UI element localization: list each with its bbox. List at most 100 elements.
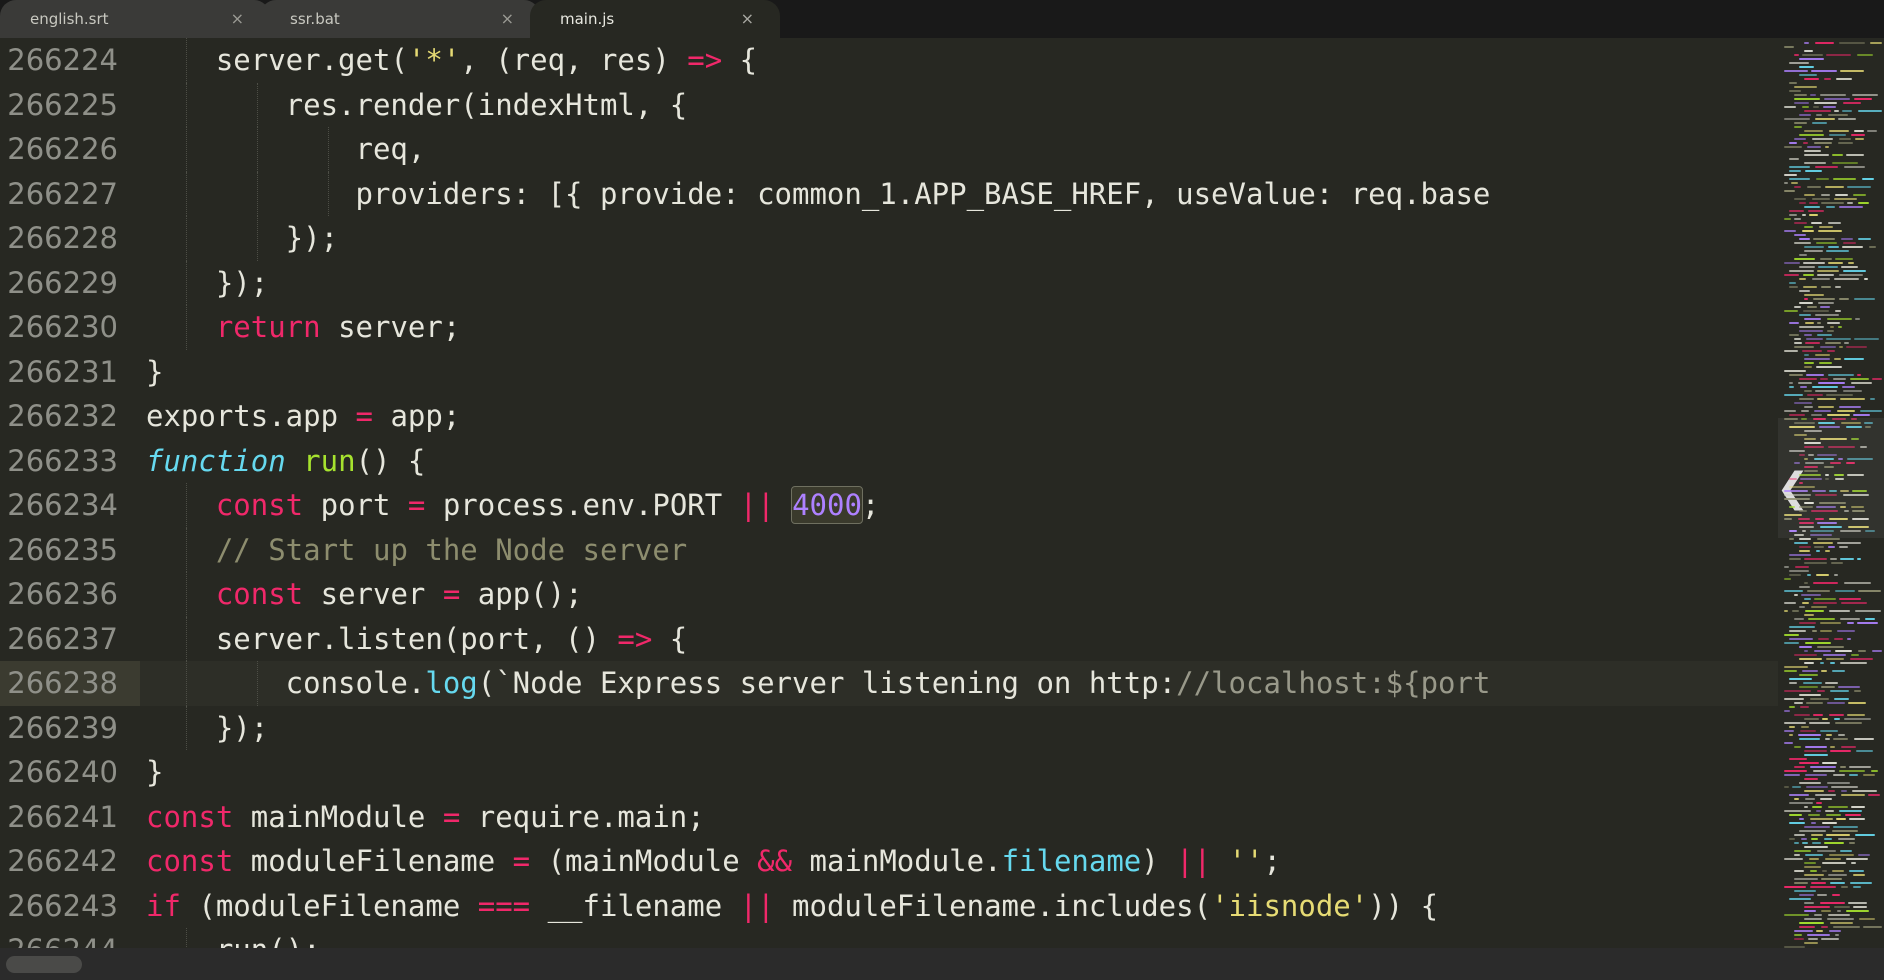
line-number: 266226 [7, 132, 118, 166]
minimap-line [1850, 658, 1873, 660]
minimap-line [1784, 230, 1796, 232]
minimap-line [1801, 838, 1807, 840]
minimap-line [1789, 414, 1805, 416]
minimap-line [1826, 814, 1841, 816]
minimap-line [1789, 178, 1810, 180]
minimap[interactable]: ❮ [1778, 38, 1884, 948]
minimap-line [1805, 854, 1823, 856]
indent-guide [186, 260, 188, 305]
minimap-line [1801, 594, 1821, 596]
code-token: ; [861, 488, 880, 522]
code-line[interactable]: 266235 // Start up the Node server [0, 527, 1778, 572]
code-line[interactable]: 266238 console.log(`Node Express server … [0, 661, 1778, 706]
minimap-line [1815, 354, 1830, 356]
code-line[interactable]: 266228 }); [0, 216, 1778, 261]
code-line[interactable]: 266230 return server; [0, 305, 1778, 350]
code-line[interactable]: 266226 req, [0, 127, 1778, 172]
minimap-line [1826, 394, 1853, 396]
tab-ssr-bat[interactable]: ssr.bat × [260, 0, 540, 38]
minimap-line [1811, 834, 1823, 836]
minimap-line [1804, 406, 1813, 408]
minimap-line [1856, 750, 1873, 752]
code-line[interactable]: 266237 server.listen(port, () => { [0, 616, 1778, 661]
minimap-line [1815, 794, 1836, 796]
indent-guide [186, 527, 188, 572]
code-line[interactable]: 266229 }); [0, 260, 1778, 305]
code-line[interactable]: 266234 const port = process.env.PORT || … [0, 483, 1778, 528]
code-token: function [146, 443, 286, 478]
minimap-line [1826, 338, 1851, 340]
code-line[interactable]: 266243 if (moduleFilename === __filename … [0, 884, 1778, 929]
minimap-line [1794, 94, 1807, 96]
minimap-line [1820, 378, 1828, 380]
horizontal-scrollbar-thumb[interactable] [6, 956, 82, 973]
tab-close-icon[interactable]: × [717, 11, 780, 27]
minimap-line [1804, 942, 1818, 944]
code-line[interactable]: 266241 const mainModule = require.main; [0, 795, 1778, 840]
minimap-line [1820, 798, 1832, 800]
horizontal-scrollbar[interactable] [0, 948, 1884, 980]
minimap-line [1815, 166, 1838, 168]
tab-english-srt[interactable]: english.srt × [0, 0, 270, 38]
minimap-line [1792, 610, 1799, 612]
minimap-line [1818, 266, 1838, 268]
indent-guide [186, 127, 188, 172]
minimap-line [1809, 214, 1818, 216]
minimap-line [1843, 102, 1861, 104]
minimap-line [1849, 818, 1865, 820]
minimap-line [1830, 558, 1837, 560]
minimap-line [1799, 686, 1818, 688]
code-token: const [146, 844, 234, 878]
minimap-line [1805, 798, 1815, 800]
minimap-line [1794, 882, 1808, 884]
minimap-line [1835, 590, 1855, 592]
code-line[interactable]: 266242 const moduleFilename = (mainModule… [0, 839, 1778, 884]
minimap-line [1806, 338, 1823, 340]
code-line[interactable]: 266227 providers: [{ provide: common_1.A… [0, 171, 1778, 216]
minimap-line [1804, 806, 1808, 808]
minimap-line [1799, 622, 1816, 624]
code-line[interactable]: 266232 exports.app = app; [0, 394, 1778, 439]
minimap-line [1812, 198, 1830, 200]
code-line[interactable]: 266239 }); [0, 705, 1778, 750]
minimap-line [1827, 918, 1854, 920]
minimap-line [1802, 106, 1809, 108]
minimap-line [1840, 398, 1865, 400]
code-line[interactable]: 266244 run(); [0, 928, 1778, 948]
minimap-line [1821, 938, 1839, 940]
minimap-line [1817, 398, 1836, 400]
minimap-line [1820, 94, 1846, 96]
tab-main-js[interactable]: main.js × [530, 0, 780, 38]
minimap-line [1820, 622, 1841, 624]
minimap-line [1789, 90, 1801, 92]
minimap-line [1800, 706, 1809, 708]
minimap-slider[interactable] [1778, 418, 1884, 538]
code-line[interactable]: 266233 function run() { [0, 439, 1778, 484]
code-line[interactable]: 266240} [0, 750, 1778, 795]
minimap-line [1870, 398, 1875, 400]
minimap-line [1825, 858, 1841, 860]
editor-window: english.srt × ssr.bat × main.js × 266224 serv… [0, 0, 1884, 980]
code-line[interactable]: 266225 res.render(indexHtml, { [0, 82, 1778, 127]
minimap-line [1794, 234, 1806, 236]
minimap-line [1846, 346, 1867, 348]
minimap-line [1789, 802, 1813, 804]
minimap-line [1857, 558, 1861, 560]
minimap-line [1829, 610, 1850, 612]
minimap-line [1794, 306, 1801, 308]
code-line-content: }); [140, 705, 1778, 750]
minimap-line [1839, 598, 1861, 600]
minimap-line [1799, 266, 1815, 268]
minimap-line [1840, 618, 1860, 620]
code-line[interactable]: 266231} [0, 350, 1778, 395]
minimap-line [1784, 70, 1808, 72]
code-area[interactable]: 266224 server.get('*', (req, res) => {26… [0, 38, 1778, 948]
minimap-line [1794, 122, 1807, 124]
code-token: } [146, 354, 164, 389]
code-line[interactable]: 266236 const server = app(); [0, 572, 1778, 617]
minimap-line [1811, 838, 1818, 840]
minimap-line [1784, 742, 1793, 744]
minimap-line [1830, 690, 1849, 692]
code-line[interactable]: 266224 server.get('*', (req, res) => { [0, 38, 1778, 83]
code-token: 'iisnode' [1211, 888, 1369, 923]
